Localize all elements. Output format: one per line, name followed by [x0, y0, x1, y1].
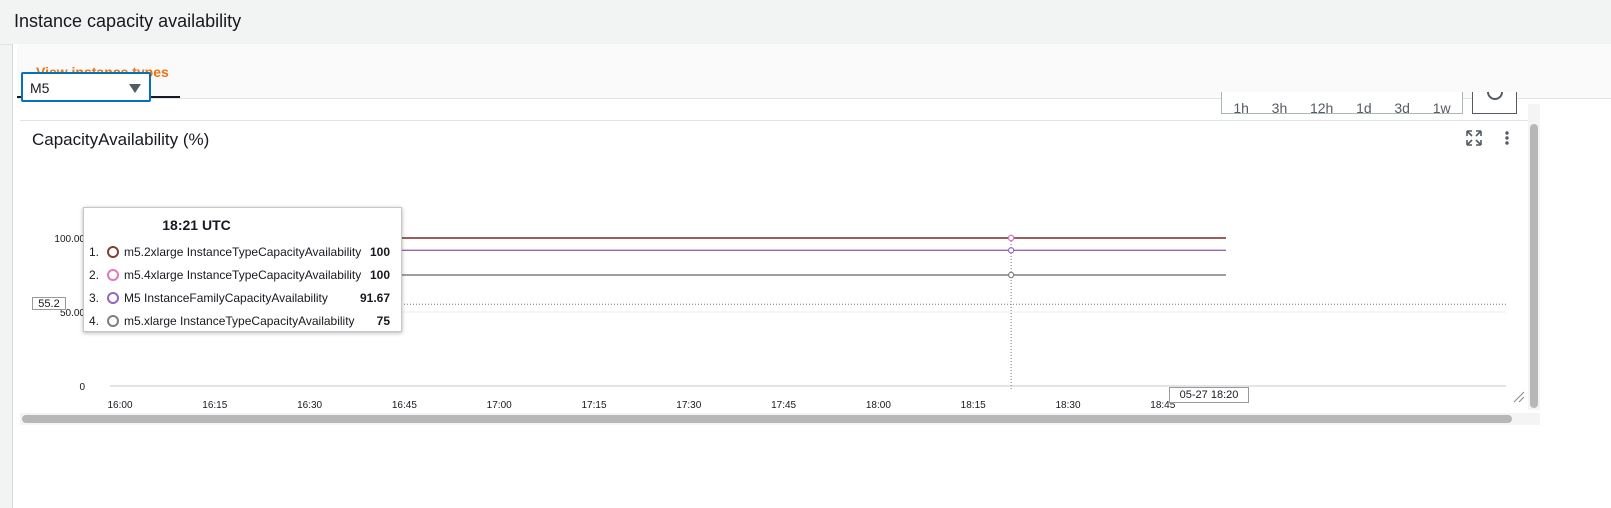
y-tick-label: 100.00 — [54, 234, 85, 245]
select-value: M5 — [30, 80, 50, 96]
tabs-bar: View instance types — [17, 44, 1611, 99]
time-range-1h-button[interactable]: 1h — [1233, 100, 1249, 113]
series-marker-icon — [107, 246, 119, 258]
x-tick-label: 17:00 — [487, 400, 512, 411]
tooltip-time: 18:21 UTC — [162, 217, 231, 233]
refresh-icon — [1487, 92, 1503, 100]
scrollbar-thumb[interactable] — [22, 415, 1512, 423]
x-tick-label: 16:15 — [202, 400, 227, 411]
x-tick-label: 17:15 — [581, 400, 606, 411]
horizontal-scrollbar[interactable] — [20, 413, 1540, 425]
vertical-scrollbar[interactable] — [1528, 104, 1540, 410]
widget-title: CapacityAvailability (%) — [32, 130, 210, 149]
time-range-3d-button[interactable]: 3d — [1394, 100, 1410, 113]
tooltip-row-index: 3. — [89, 291, 100, 305]
tooltip-row: 3. M5 InstanceFamilyCapacityAvailability… — [84, 290, 403, 308]
x-tick-label: 17:45 — [771, 400, 796, 411]
tooltip-row-index: 4. — [89, 314, 100, 328]
page-title: Instance capacity availability — [14, 11, 242, 31]
chart-tooltip: 18:21 UTC 1. m5.2xlarge InstanceTypeCapa… — [83, 207, 402, 332]
data-point — [1007, 271, 1015, 279]
tooltip-row-label: M5 InstanceFamilyCapacityAvailability — [124, 291, 328, 305]
x-tick-label: 16:45 — [392, 400, 417, 411]
x-tick-label: 17:30 — [676, 400, 701, 411]
tooltip-row-value: 91.67 — [359, 291, 390, 305]
x-tick-label: 16:00 — [107, 400, 132, 411]
hover-x-value: 05-27 18:20 — [1169, 387, 1249, 403]
x-tick-label: 16:30 — [297, 400, 322, 411]
tooltip-row: 2. m5.4xlarge InstanceTypeCapacityAvaila… — [84, 267, 403, 285]
tooltip-row-index: 1. — [89, 245, 100, 259]
time-range-1w-button[interactable]: 1w — [1433, 100, 1451, 113]
tooltip-row-value: 75 — [376, 314, 390, 328]
tooltip-row: 1. m5.2xlarge InstanceTypeCapacityAvaila… — [84, 244, 403, 262]
page-header: Instance capacity availability — [0, 0, 1611, 45]
hover-y-value: 55.2 — [32, 297, 66, 310]
expand-icon[interactable] — [1466, 130, 1482, 146]
series-marker-icon — [107, 292, 119, 304]
x-tick-label: 18:00 — [866, 400, 891, 411]
refresh-button[interactable] — [1472, 92, 1517, 114]
resize-handle-icon[interactable] — [1513, 391, 1525, 403]
more-options-icon[interactable] — [1504, 130, 1510, 146]
time-range-3h-button[interactable]: 3h — [1272, 100, 1288, 113]
tooltip-row-label: m5.4xlarge InstanceTypeCapacityAvailabil… — [124, 268, 362, 282]
tooltip-row: 4. m5.xlarge InstanceTypeCapacityAvailab… — [84, 313, 403, 331]
x-tick-label: 18:30 — [1055, 400, 1080, 411]
data-point — [1007, 247, 1015, 254]
time-range-buttons: 1h 3h 12h 1d 3d 1w — [1221, 92, 1463, 114]
tooltip-row-label: m5.2xlarge InstanceTypeCapacityAvailabil… — [124, 245, 362, 259]
tooltip-row-label: m5.xlarge InstanceTypeCapacityAvailabili… — [124, 314, 355, 328]
tooltip-row-value: 100 — [369, 268, 390, 282]
instance-family-select[interactable]: M5 — [21, 72, 151, 102]
tooltip-row-value: 100 — [369, 245, 390, 259]
scrollbar-thumb[interactable] — [1530, 124, 1538, 408]
series-marker-icon — [107, 315, 119, 327]
time-range-12h-button[interactable]: 12h — [1310, 100, 1333, 113]
y-tick-label: 0 — [79, 382, 85, 393]
data-point — [1007, 234, 1015, 242]
series-marker-icon — [107, 269, 119, 281]
x-tick-label: 18:15 — [961, 400, 986, 411]
time-range-1d-button[interactable]: 1d — [1356, 100, 1372, 113]
caret-down-icon — [129, 84, 141, 93]
tooltip-row-index: 2. — [89, 268, 100, 282]
